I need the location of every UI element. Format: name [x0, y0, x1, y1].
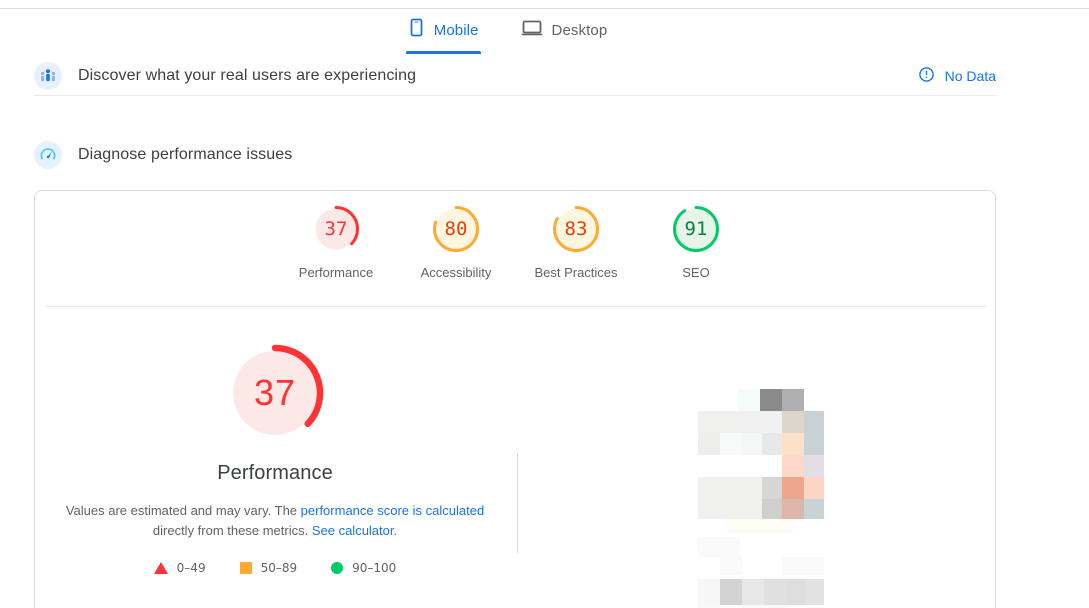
speedometer-icon: [34, 141, 62, 169]
tab-desktop[interactable]: Desktop: [519, 14, 610, 54]
category-scores-row: 37 Performance 80 Accessibility 83 Best …: [35, 203, 997, 280]
page-screenshot-thumbnail: [696, 379, 824, 608]
device-tabs: Mobile Desktop: [0, 14, 1015, 54]
seo-score-value: 91: [684, 218, 708, 240]
diagnose-section: Diagnose performance issues: [34, 141, 996, 169]
tab-mobile[interactable]: Mobile: [405, 14, 481, 54]
score-gauge-performance[interactable]: 37 Performance: [276, 203, 396, 280]
legend-label-good: 90–100: [352, 561, 397, 575]
score-gauge-accessibility[interactable]: 80 Accessibility: [396, 203, 516, 280]
performance-detail-title: Performance: [217, 462, 333, 484]
performance-gauge-ring: 37: [310, 203, 362, 255]
tab-desktop-label: Desktop: [551, 21, 608, 39]
legend-item-poor: 0–49: [153, 561, 206, 575]
tab-mobile-label: Mobile: [433, 21, 479, 39]
lighthouse-results-card: 37 Performance 80 Accessibility 83 Best …: [34, 190, 996, 608]
legend-item-average: 50–89: [239, 561, 298, 575]
vertical-divider: [517, 453, 518, 553]
legend-item-good: 90–100: [331, 561, 396, 575]
circle-marker: [331, 562, 344, 574]
legend-label-average: 50–89: [260, 561, 298, 575]
performance-large-gauge: 37: [223, 341, 327, 445]
people-group-icon: [34, 62, 62, 90]
performance-large-value: 37: [253, 372, 297, 413]
square-marker: [239, 562, 252, 574]
score-range-legend: 0–49 50–89 90–100: [153, 561, 396, 575]
performance-score-calculated-link[interactable]: performance score is calculated: [301, 503, 485, 518]
card-divider: [46, 306, 986, 307]
score-gauge-seo[interactable]: 91 SEO: [636, 203, 756, 280]
performance-detail-block: 37 Performance Values are estimated and …: [35, 341, 515, 575]
info-circle-icon: [918, 66, 935, 86]
no-data-status[interactable]: No Data: [918, 66, 996, 86]
tab-active-underline: [405, 51, 481, 54]
accessibility-gauge-ring: 80: [430, 203, 482, 255]
desc-text-part-1: Values are estimated and may vary. The: [65, 503, 301, 518]
diagnose-title: Diagnose performance issues: [78, 146, 293, 163]
desktop-monitor-icon: [521, 18, 543, 42]
performance-score-value: 37: [324, 218, 348, 240]
desc-text-part-2: directly from these metrics.: [152, 523, 312, 538]
performance-description: Values are estimated and may vary. The p…: [65, 501, 485, 541]
seo-gauge-label: SEO: [682, 265, 710, 280]
seo-gauge-ring: 91: [670, 203, 722, 255]
top-divider: [0, 8, 1089, 9]
see-calculator-link[interactable]: See calculator.: [312, 523, 397, 538]
accessibility-gauge-label: Accessibility: [420, 265, 492, 280]
no-data-label: No Data: [944, 68, 996, 84]
score-gauge-best-practices[interactable]: 83 Best Practices: [516, 203, 636, 280]
real-user-data-section: Discover what your real users are experi…: [34, 62, 996, 90]
best-practices-gauge-ring: 83: [550, 203, 602, 255]
mobile-phone-icon: [408, 18, 425, 42]
performance-gauge-label: Performance: [298, 265, 374, 280]
legend-label-poor: 0–49: [176, 561, 206, 575]
triangle-marker: [153, 562, 168, 574]
pagespeed-insights-report: Mobile Desktop Discover what your real u…: [0, 0, 1089, 608]
section-divider: [34, 95, 996, 96]
best-practices-score-value: 83: [564, 218, 588, 240]
best-practices-gauge-label: Best Practices: [534, 265, 618, 280]
real-user-data-title: Discover what your real users are experi…: [78, 67, 417, 84]
accessibility-score-value: 80: [444, 218, 468, 240]
